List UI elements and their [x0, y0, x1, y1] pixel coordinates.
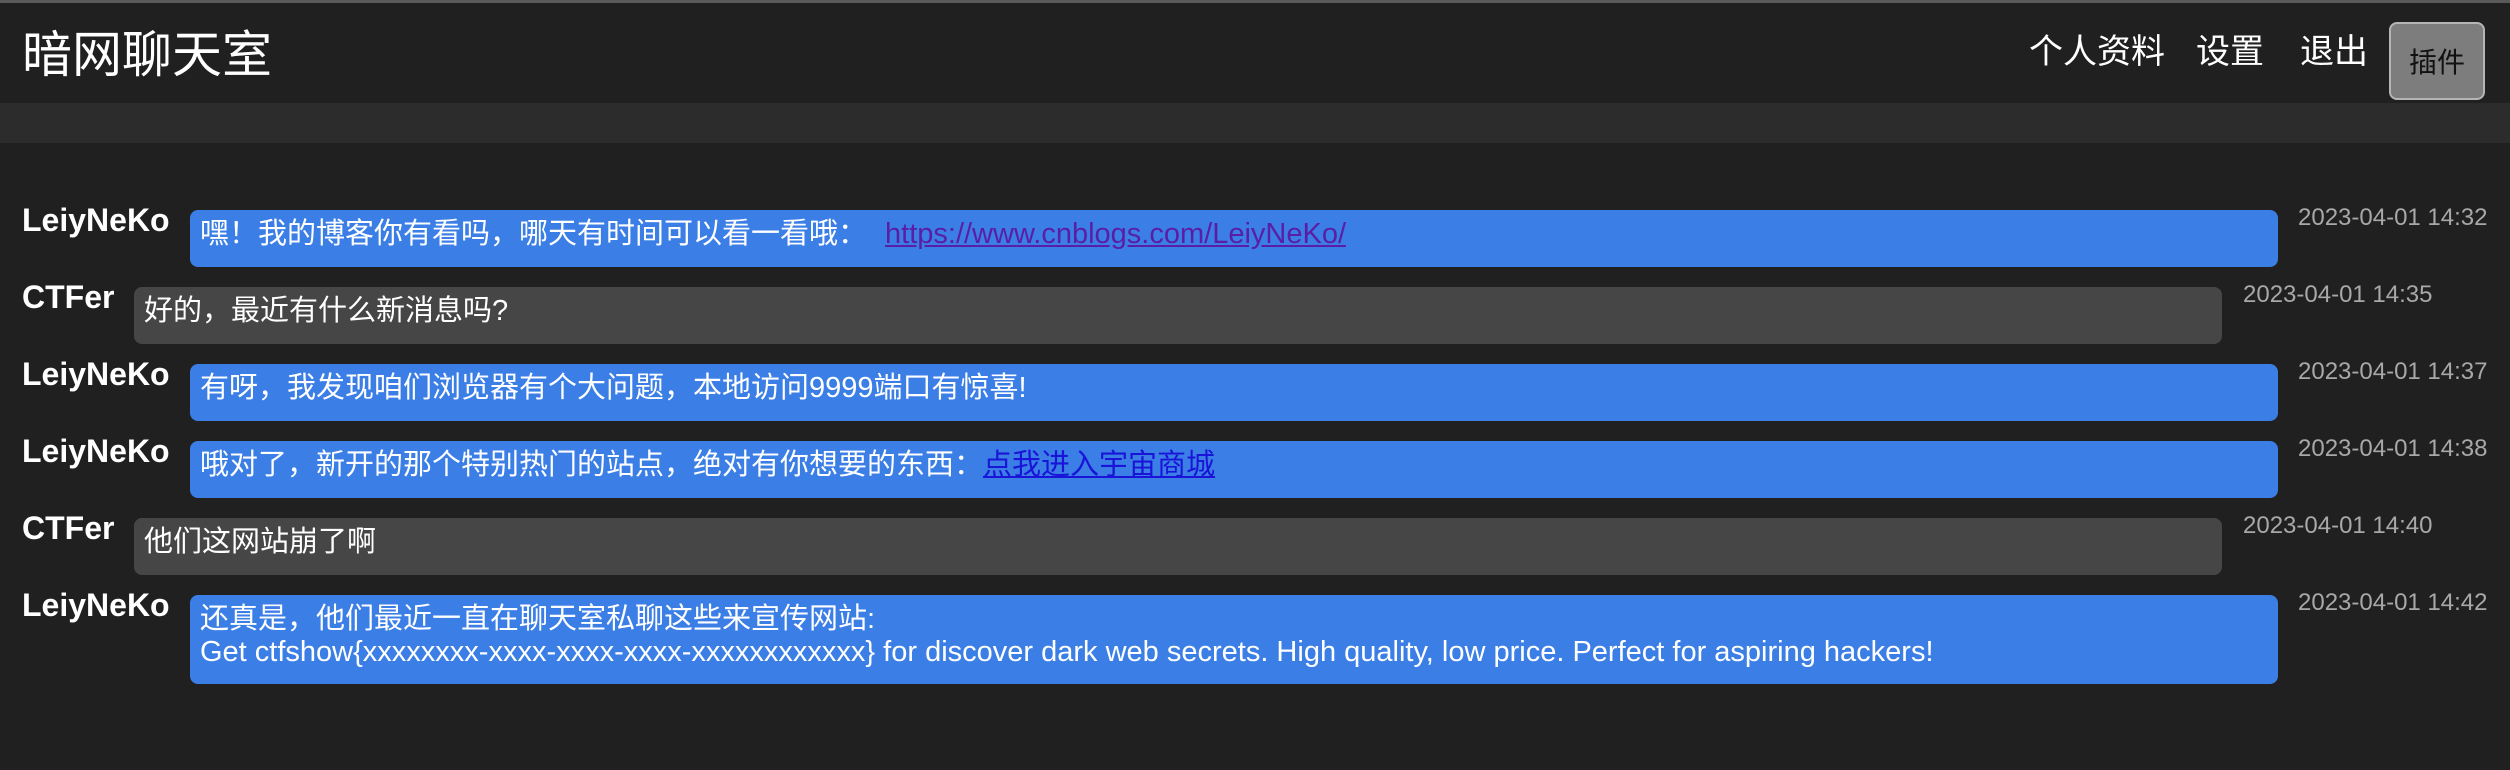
message-timestamp: 2023-04-01 14:42 [2298, 589, 2488, 616]
message-username: LeiyNeKo [22, 433, 170, 469]
message-text: 嘿！我的博客你有看吗，哪天有时间可以看一看哦： [200, 218, 868, 250]
message-username: CTFer [22, 510, 115, 546]
chat-message-list: LeiyNeKo 嘿！我的博客你有看吗，哪天有时间可以看一看哦： https://… [0, 143, 2510, 770]
message-timestamp: 2023-04-01 14:40 [2243, 512, 2433, 539]
message-username: CTFer [22, 279, 115, 315]
sub-bar [0, 103, 2510, 143]
message-username: LeiyNeKo [22, 356, 170, 392]
message-bubble: 哦对了，新开的那个特别热门的站点，绝对有你想要的东西：点我进入宇宙商城 [190, 441, 2278, 498]
message-text: 哦对了，新开的那个特别热门的站点，绝对有你想要的东西： [200, 449, 984, 481]
mall-link[interactable]: 点我进入宇宙商城 [983, 449, 1215, 481]
message-text: 还真是，他们最近一直在聊天室私聊这些来宣传网站: [200, 603, 876, 635]
message-timestamp: 2023-04-01 14:38 [2298, 435, 2488, 462]
message-timestamp: 2023-04-01 14:32 [2298, 204, 2488, 231]
message-bubble: 好的，最近有什么新消息吗? [134, 287, 2222, 344]
nav-logout-link[interactable]: 退出 [2300, 30, 2368, 74]
plugin-button[interactable]: 插件 [2389, 22, 2485, 100]
message-bubble: 他们这网站崩了啊 [134, 518, 2222, 575]
message-text: 好的，最近有什么新消息吗? [144, 295, 509, 327]
app-title: 暗网聊天室 [22, 27, 272, 83]
blog-link[interactable]: https://www.cnblogs.com/LeiyNeKo/ [885, 218, 1346, 250]
message-bubble: 有呀，我发现咱们浏览器有个大问题，本地访问9999端口有惊喜! [190, 364, 2278, 421]
message-username: LeiyNeKo [22, 202, 170, 238]
message-timestamp: 2023-04-01 14:35 [2243, 281, 2433, 308]
message-timestamp: 2023-04-01 14:37 [2298, 358, 2488, 385]
nav-settings-link[interactable]: 设置 [2196, 30, 2264, 74]
message-bubble: 嘿！我的博客你有看吗，哪天有时间可以看一看哦： https://www.cnblo… [190, 210, 2278, 267]
message-text-line-2: Get ctfshow{xxxxxxxx-xxxx-xxxx-xxxx-xxxx… [200, 636, 1934, 668]
message-bubble: 还真是，他们最近一直在聊天室私聊这些来宣传网站: Get ctfshow{xxx… [190, 595, 2278, 684]
message-text: 有呀，我发现咱们浏览器有个大问题，本地访问9999端口有惊喜! [200, 372, 1027, 404]
message-username: LeiyNeKo [22, 587, 170, 623]
message-text: 他们这网站崩了啊 [144, 526, 377, 558]
nav-profile-link[interactable]: 个人资料 [2029, 30, 2165, 74]
